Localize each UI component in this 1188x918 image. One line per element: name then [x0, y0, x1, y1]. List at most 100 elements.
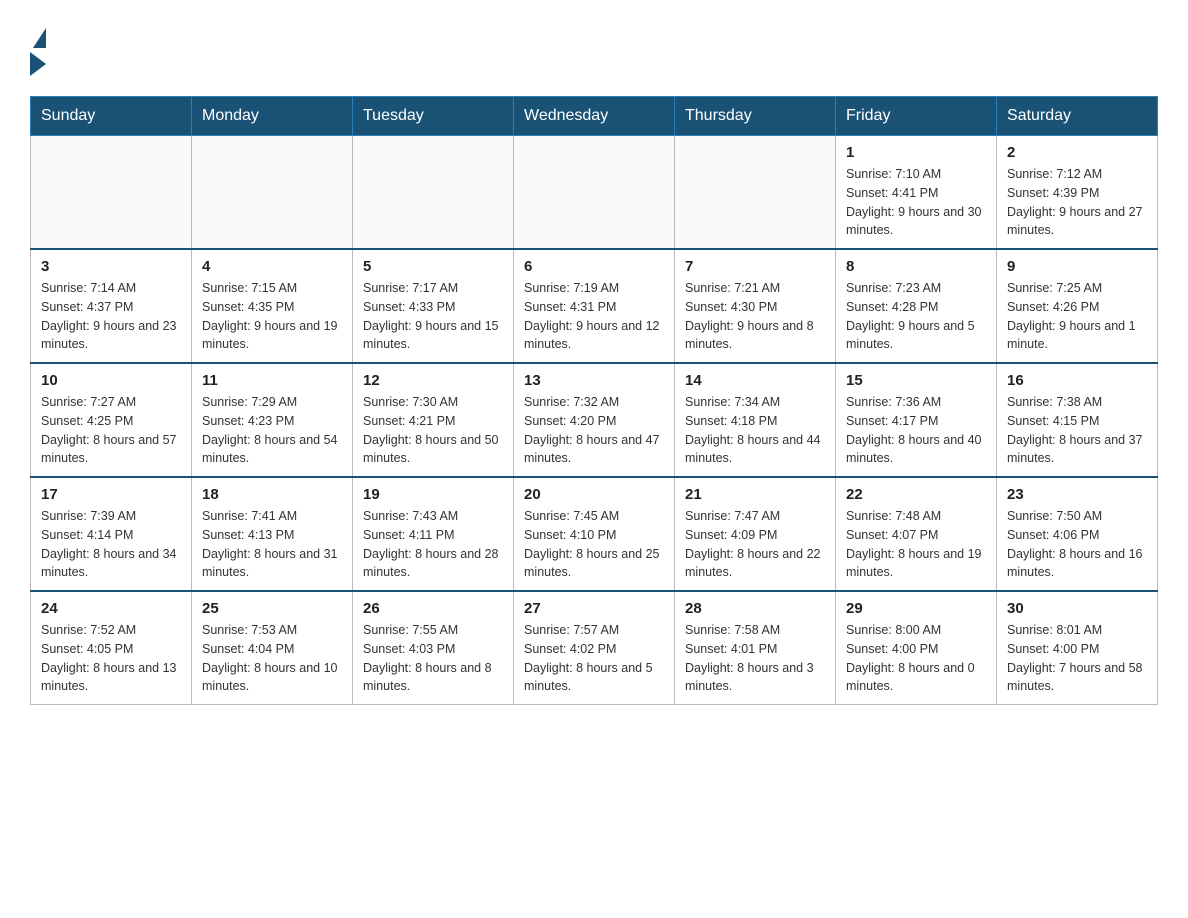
day-number: 6 [524, 258, 664, 275]
day-info: Sunrise: 7:15 AMSunset: 4:35 PMDaylight:… [202, 279, 342, 354]
calendar-cell: 3 Sunrise: 7:14 AMSunset: 4:37 PMDaylight… [31, 249, 192, 363]
calendar-cell: 19Sunrise: 7:43 AMSunset: 4:11 PMDayligh… [353, 477, 514, 591]
day-info: Sunrise: 7:29 AMSunset: 4:23 PMDaylight:… [202, 393, 342, 468]
calendar-cell [192, 136, 353, 250]
header-cell-monday: Monday [192, 97, 353, 136]
calendar-cell [675, 136, 836, 250]
logo [30, 30, 48, 76]
day-number: 22 [846, 486, 986, 503]
calendar-cell: 2Sunrise: 7:12 AMSunset: 4:39 PMDaylight… [997, 136, 1158, 250]
day-number: 24 [41, 600, 181, 617]
header-cell-friday: Friday [836, 97, 997, 136]
calendar-cell: 29 Sunrise: 8:00 AMSunset: 4:00 PMDayligh… [836, 591, 997, 705]
calendar-cell: 14 Sunrise: 7:34 AMSunset: 4:18 PMDayligh… [675, 363, 836, 477]
day-info: Sunrise: 8:01 AMSunset: 4:00 PMDaylight:… [1007, 621, 1147, 696]
day-number: 1 [846, 144, 986, 161]
day-info: Sunrise: 7:30 AMSunset: 4:21 PMDaylight:… [363, 393, 503, 468]
day-number: 29 [846, 600, 986, 617]
day-number: 30 [1007, 600, 1147, 617]
calendar-cell: 9Sunrise: 7:25 AMSunset: 4:26 PMDaylight… [997, 249, 1158, 363]
day-number: 20 [524, 486, 664, 503]
day-number: 18 [202, 486, 342, 503]
day-info: Sunrise: 7:27 AMSunset: 4:25 PMDaylight:… [41, 393, 181, 468]
day-number: 16 [1007, 372, 1147, 389]
day-info: Sunrise: 7:17 AMSunset: 4:33 PMDaylight:… [363, 279, 503, 354]
day-number: 15 [846, 372, 986, 389]
calendar-cell: 20 Sunrise: 7:45 AMSunset: 4:10 PMDayligh… [514, 477, 675, 591]
calendar-cell: 15 Sunrise: 7:36 AMSunset: 4:17 PMDayligh… [836, 363, 997, 477]
day-info: Sunrise: 8:00 AMSunset: 4:00 PMDaylight:… [846, 621, 986, 696]
logo-arrow-icon [30, 52, 46, 76]
header-cell-thursday: Thursday [675, 97, 836, 136]
day-info: Sunrise: 7:53 AMSunset: 4:04 PMDaylight:… [202, 621, 342, 696]
calendar-cell: 27 Sunrise: 7:57 AMSunset: 4:02 PMDayligh… [514, 591, 675, 705]
calendar-week-row: 24 Sunrise: 7:52 AMSunset: 4:05 PMDayligh… [31, 591, 1158, 705]
day-info: Sunrise: 7:58 AMSunset: 4:01 PMDaylight:… [685, 621, 825, 696]
calendar-cell: 17 Sunrise: 7:39 AMSunset: 4:14 PMDayligh… [31, 477, 192, 591]
calendar-cell: 28 Sunrise: 7:58 AMSunset: 4:01 PMDayligh… [675, 591, 836, 705]
day-info: Sunrise: 7:19 AMSunset: 4:31 PMDaylight:… [524, 279, 664, 354]
calendar-cell: 8 Sunrise: 7:23 AMSunset: 4:28 PMDaylight… [836, 249, 997, 363]
calendar-week-row: 1 Sunrise: 7:10 AMSunset: 4:41 PMDaylight… [31, 136, 1158, 250]
logo-triangle-icon [33, 28, 46, 48]
day-info: Sunrise: 7:43 AMSunset: 4:11 PMDaylight:… [363, 507, 503, 582]
day-number: 17 [41, 486, 181, 503]
header-cell-tuesday: Tuesday [353, 97, 514, 136]
day-info: Sunrise: 7:36 AMSunset: 4:17 PMDaylight:… [846, 393, 986, 468]
day-info: Sunrise: 7:38 AMSunset: 4:15 PMDaylight:… [1007, 393, 1147, 468]
day-number: 21 [685, 486, 825, 503]
day-number: 28 [685, 600, 825, 617]
calendar-cell: 10 Sunrise: 7:27 AMSunset: 4:25 PMDayligh… [31, 363, 192, 477]
day-number: 13 [524, 372, 664, 389]
calendar-cell: 26Sunrise: 7:55 AMSunset: 4:03 PMDayligh… [353, 591, 514, 705]
calendar-cell: 6 Sunrise: 7:19 AMSunset: 4:31 PMDaylight… [514, 249, 675, 363]
calendar-cell: 22 Sunrise: 7:48 AMSunset: 4:07 PMDayligh… [836, 477, 997, 591]
day-info: Sunrise: 7:55 AMSunset: 4:03 PMDaylight:… [363, 621, 503, 696]
calendar-cell: 23Sunrise: 7:50 AMSunset: 4:06 PMDayligh… [997, 477, 1158, 591]
day-number: 7 [685, 258, 825, 275]
day-number: 23 [1007, 486, 1147, 503]
calendar-cell: 1 Sunrise: 7:10 AMSunset: 4:41 PMDaylight… [836, 136, 997, 250]
calendar-cell: 5Sunrise: 7:17 AMSunset: 4:33 PMDaylight… [353, 249, 514, 363]
day-info: Sunrise: 7:48 AMSunset: 4:07 PMDaylight:… [846, 507, 986, 582]
calendar-cell: 12 Sunrise: 7:30 AMSunset: 4:21 PMDayligh… [353, 363, 514, 477]
day-number: 4 [202, 258, 342, 275]
day-info: Sunrise: 7:14 AMSunset: 4:37 PMDaylight:… [41, 279, 181, 354]
day-info: Sunrise: 7:39 AMSunset: 4:14 PMDaylight:… [41, 507, 181, 582]
day-info: Sunrise: 7:45 AMSunset: 4:10 PMDaylight:… [524, 507, 664, 582]
header-cell-wednesday: Wednesday [514, 97, 675, 136]
calendar-cell: 13 Sunrise: 7:32 AMSunset: 4:20 PMDayligh… [514, 363, 675, 477]
day-info: Sunrise: 7:52 AMSunset: 4:05 PMDaylight:… [41, 621, 181, 696]
day-info: Sunrise: 7:21 AMSunset: 4:30 PMDaylight:… [685, 279, 825, 354]
day-number: 9 [1007, 258, 1147, 275]
day-number: 3 [41, 258, 181, 275]
day-info: Sunrise: 7:34 AMSunset: 4:18 PMDaylight:… [685, 393, 825, 468]
header-row: SundayMondayTuesdayWednesdayThursdayFrid… [31, 97, 1158, 136]
calendar-cell: 16 Sunrise: 7:38 AMSunset: 4:15 PMDayligh… [997, 363, 1158, 477]
day-info: Sunrise: 7:12 AMSunset: 4:39 PMDaylight:… [1007, 165, 1147, 240]
day-number: 8 [846, 258, 986, 275]
calendar-cell: 21Sunrise: 7:47 AMSunset: 4:09 PMDayligh… [675, 477, 836, 591]
header-cell-sunday: Sunday [31, 97, 192, 136]
day-info: Sunrise: 7:23 AMSunset: 4:28 PMDaylight:… [846, 279, 986, 354]
calendar-cell: 4 Sunrise: 7:15 AMSunset: 4:35 PMDaylight… [192, 249, 353, 363]
day-number: 12 [363, 372, 503, 389]
day-number: 10 [41, 372, 181, 389]
calendar-table: SundayMondayTuesdayWednesdayThursdayFrid… [30, 96, 1158, 705]
day-info: Sunrise: 7:10 AMSunset: 4:41 PMDaylight:… [846, 165, 986, 240]
calendar-cell [514, 136, 675, 250]
calendar-week-row: 17 Sunrise: 7:39 AMSunset: 4:14 PMDayligh… [31, 477, 1158, 591]
calendar-cell: 30 Sunrise: 8:01 AMSunset: 4:00 PMDayligh… [997, 591, 1158, 705]
header-cell-saturday: Saturday [997, 97, 1158, 136]
day-number: 14 [685, 372, 825, 389]
day-number: 25 [202, 600, 342, 617]
calendar-cell [31, 136, 192, 250]
day-info: Sunrise: 7:32 AMSunset: 4:20 PMDaylight:… [524, 393, 664, 468]
calendar-cell: 25 Sunrise: 7:53 AMSunset: 4:04 PMDayligh… [192, 591, 353, 705]
header [30, 20, 1158, 76]
calendar-week-row: 3 Sunrise: 7:14 AMSunset: 4:37 PMDaylight… [31, 249, 1158, 363]
calendar-cell [353, 136, 514, 250]
day-info: Sunrise: 7:57 AMSunset: 4:02 PMDaylight:… [524, 621, 664, 696]
day-number: 27 [524, 600, 664, 617]
day-number: 11 [202, 372, 342, 389]
